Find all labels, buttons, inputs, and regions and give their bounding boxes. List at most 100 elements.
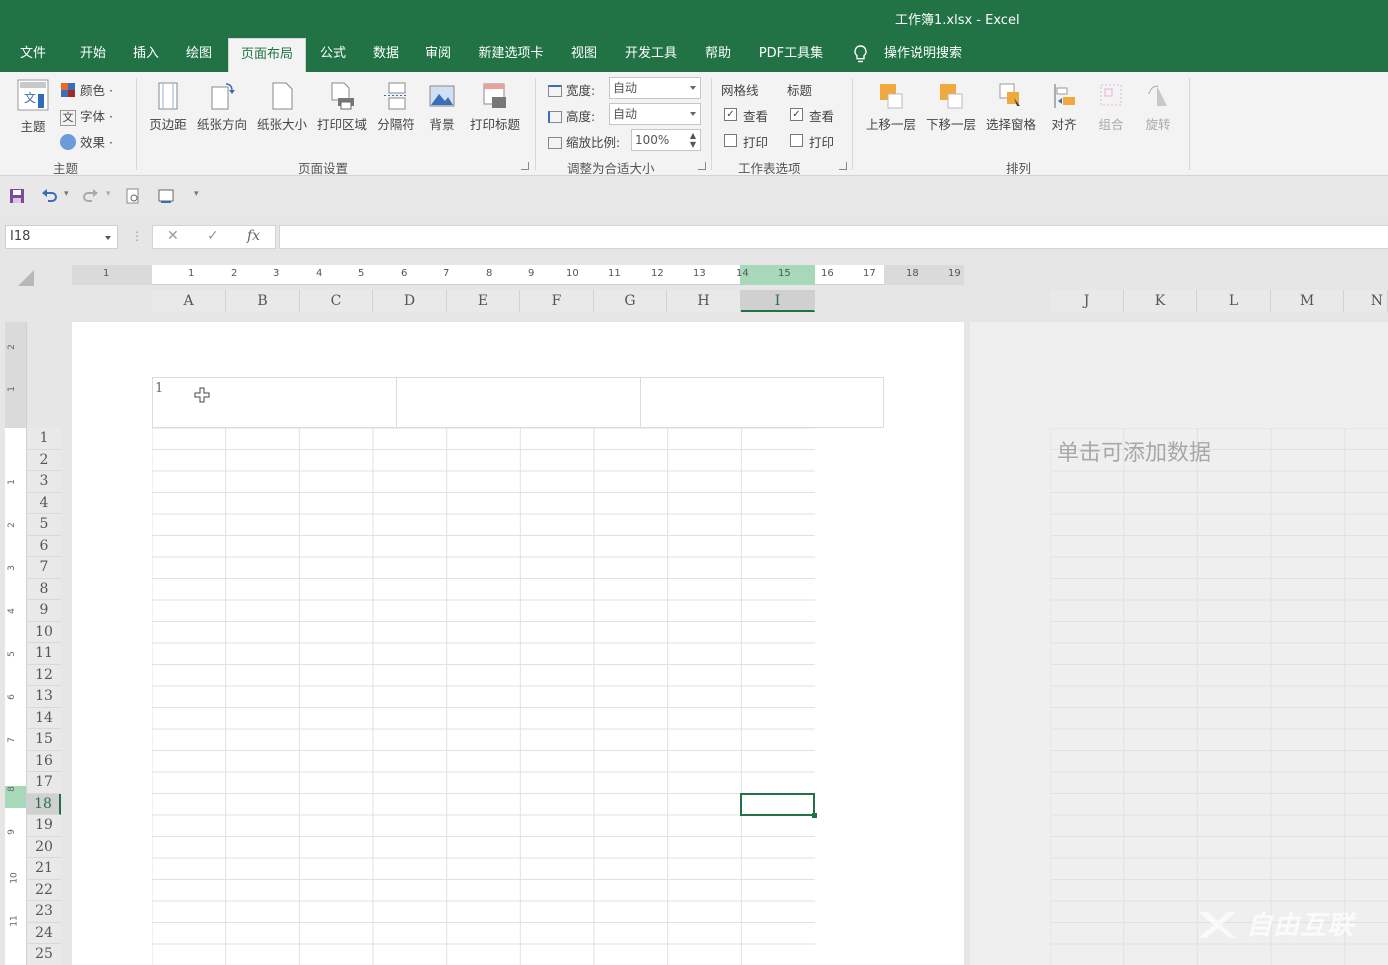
tab-pdf-tools[interactable]: PDF工具集 [749, 38, 833, 72]
column-header-m[interactable]: M [1271, 290, 1344, 312]
row-header-5[interactable]: 5 [27, 514, 61, 536]
tab-insert[interactable]: 插入 [121, 38, 171, 72]
headings-view-checkbox[interactable]: ✓ [790, 108, 803, 121]
next-page-grid[interactable] [1050, 428, 1388, 965]
row-header-6[interactable]: 6 [27, 536, 61, 557]
column-header-j[interactable]: J [1050, 290, 1124, 312]
row-header-14[interactable]: 14 [27, 708, 61, 729]
group-button[interactable]: 组合 [1091, 82, 1131, 133]
column-header-e[interactable]: E [447, 290, 520, 312]
redo-icon[interactable] [82, 187, 100, 205]
headings-print-checkbox[interactable] [790, 134, 803, 147]
tab-developer[interactable]: 开发工具 [615, 38, 687, 72]
row-header-24[interactable]: 24 [27, 923, 61, 944]
page-layout-view-icon[interactable] [157, 187, 175, 205]
row-header-13[interactable]: 13 [27, 686, 61, 708]
width-dropdown[interactable]: 自动 [609, 77, 701, 99]
row-header-15[interactable]: 15 [27, 729, 61, 751]
tell-me-search[interactable]: 操作说明搜索 [874, 38, 972, 72]
print-preview-icon[interactable] [124, 187, 142, 205]
column-header-k[interactable]: K [1124, 290, 1197, 312]
customize-qat-icon[interactable]: ▾ [194, 189, 199, 199]
breaks-button[interactable]: 分隔符 [374, 82, 418, 133]
background-button[interactable]: 背景 [422, 82, 462, 133]
print-titles-button[interactable]: 打印标题 [466, 82, 524, 133]
print-area-button[interactable]: 打印区域 [314, 82, 370, 133]
height-dropdown[interactable]: 自动 [609, 103, 701, 125]
selection-pane-button[interactable]: 选择窗格 [982, 82, 1040, 133]
rotate-button[interactable]: 旋转 [1138, 82, 1178, 133]
tab-draw[interactable]: 绘图 [174, 38, 224, 72]
column-header-l[interactable]: L [1197, 290, 1271, 312]
insert-function-button[interactable]: fx [247, 228, 260, 244]
margins-button[interactable]: 页边距 [146, 82, 190, 133]
row-header-3[interactable]: 3 [27, 471, 61, 493]
select-all-button[interactable] [18, 270, 34, 286]
column-header-n[interactable]: N [1344, 290, 1388, 312]
row-header-21[interactable]: 21 [27, 858, 61, 880]
column-header-b[interactable]: B [226, 290, 300, 312]
tab-help[interactable]: 帮助 [693, 38, 743, 72]
row-header-4[interactable]: 4 [27, 493, 61, 514]
row-header-1[interactable]: 1 [27, 428, 61, 450]
undo-icon[interactable] [40, 187, 58, 205]
row-header-8[interactable]: 8 [27, 579, 61, 600]
gridlines-print-checkbox[interactable] [724, 134, 737, 147]
row-header-19[interactable]: 19 [27, 815, 61, 837]
orientation-button[interactable]: 纸张方向 [194, 82, 250, 133]
row-header-17[interactable]: 17 [27, 772, 61, 794]
row-header-11[interactable]: 11 [27, 643, 61, 665]
name-box[interactable]: I18 [5, 225, 118, 249]
enter-icon[interactable]: ✓ [207, 228, 219, 244]
row-header-2[interactable]: 2 [27, 450, 61, 471]
row-header-7[interactable]: 7 [27, 557, 61, 579]
click-to-add-data-hint[interactable]: 单击可添加数据 [1057, 435, 1211, 467]
column-header-g[interactable]: G [594, 290, 667, 312]
tab-home[interactable]: 开始 [68, 38, 118, 72]
column-header-c[interactable]: C [300, 290, 373, 312]
redo-dropdown-icon[interactable]: ▾ [106, 189, 111, 199]
resize-handle-icon[interactable]: ⋮ [131, 229, 143, 243]
column-header-i[interactable]: I [741, 290, 815, 312]
tab-data[interactable]: 数据 [361, 38, 411, 72]
row-header-18[interactable]: 18 [27, 793, 61, 815]
scale-spinner[interactable]: 100% ▲ ▼ [631, 129, 701, 151]
tab-page-layout[interactable]: 页面布局 [228, 38, 306, 72]
column-header-h[interactable]: H [667, 290, 741, 312]
tab-formulas[interactable]: 公式 [308, 38, 358, 72]
column-header-d[interactable]: D [373, 290, 447, 312]
align-button[interactable]: 对齐 [1044, 82, 1084, 133]
undo-dropdown-icon[interactable]: ▾ [64, 189, 69, 199]
row-header-16[interactable]: 16 [27, 751, 61, 772]
theme-effects-button[interactable]: 效果 · [60, 132, 113, 151]
row-header-25[interactable]: 25 [27, 944, 61, 965]
row-header-23[interactable]: 23 [27, 901, 61, 923]
send-backward-button[interactable]: 下移一层 [922, 82, 980, 133]
gridlines-view-checkbox[interactable]: ✓ [724, 108, 737, 121]
column-header-a[interactable]: A [152, 290, 226, 312]
themes-button[interactable]: 文 主题 [10, 78, 56, 135]
theme-fonts-button[interactable]: 文 字体 · [60, 106, 113, 126]
row-header-20[interactable]: 20 [27, 837, 61, 858]
tab-view[interactable]: 视图 [559, 38, 609, 72]
formula-input[interactable] [279, 225, 1388, 249]
tab-file[interactable]: 文件 [8, 38, 58, 72]
row-header-10[interactable]: 10 [27, 622, 61, 643]
row-header-12[interactable]: 12 [27, 665, 61, 686]
selected-cell[interactable] [740, 793, 817, 818]
tab-new-tab[interactable]: 新建选项卡 [468, 38, 554, 72]
row-header-22[interactable]: 22 [27, 880, 61, 901]
sheet-options-dialog-launcher[interactable] [839, 162, 847, 170]
column-header-f[interactable]: F [520, 290, 594, 312]
row-header-9[interactable]: 9 [27, 600, 61, 622]
bring-forward-button[interactable]: 上移一层 [862, 82, 920, 133]
cancel-icon[interactable]: ✕ [167, 228, 179, 244]
cell-grid[interactable] [152, 428, 815, 965]
save-icon[interactable] [8, 187, 26, 205]
size-button[interactable]: 纸张大小 [254, 82, 310, 133]
page-header-area[interactable] [152, 377, 884, 428]
theme-colors-button[interactable]: 颜色 · [60, 80, 113, 99]
spinner-arrows-icon[interactable]: ▲ ▼ [690, 131, 696, 149]
page-setup-dialog-launcher[interactable] [521, 162, 529, 170]
tab-review[interactable]: 审阅 [413, 38, 463, 72]
